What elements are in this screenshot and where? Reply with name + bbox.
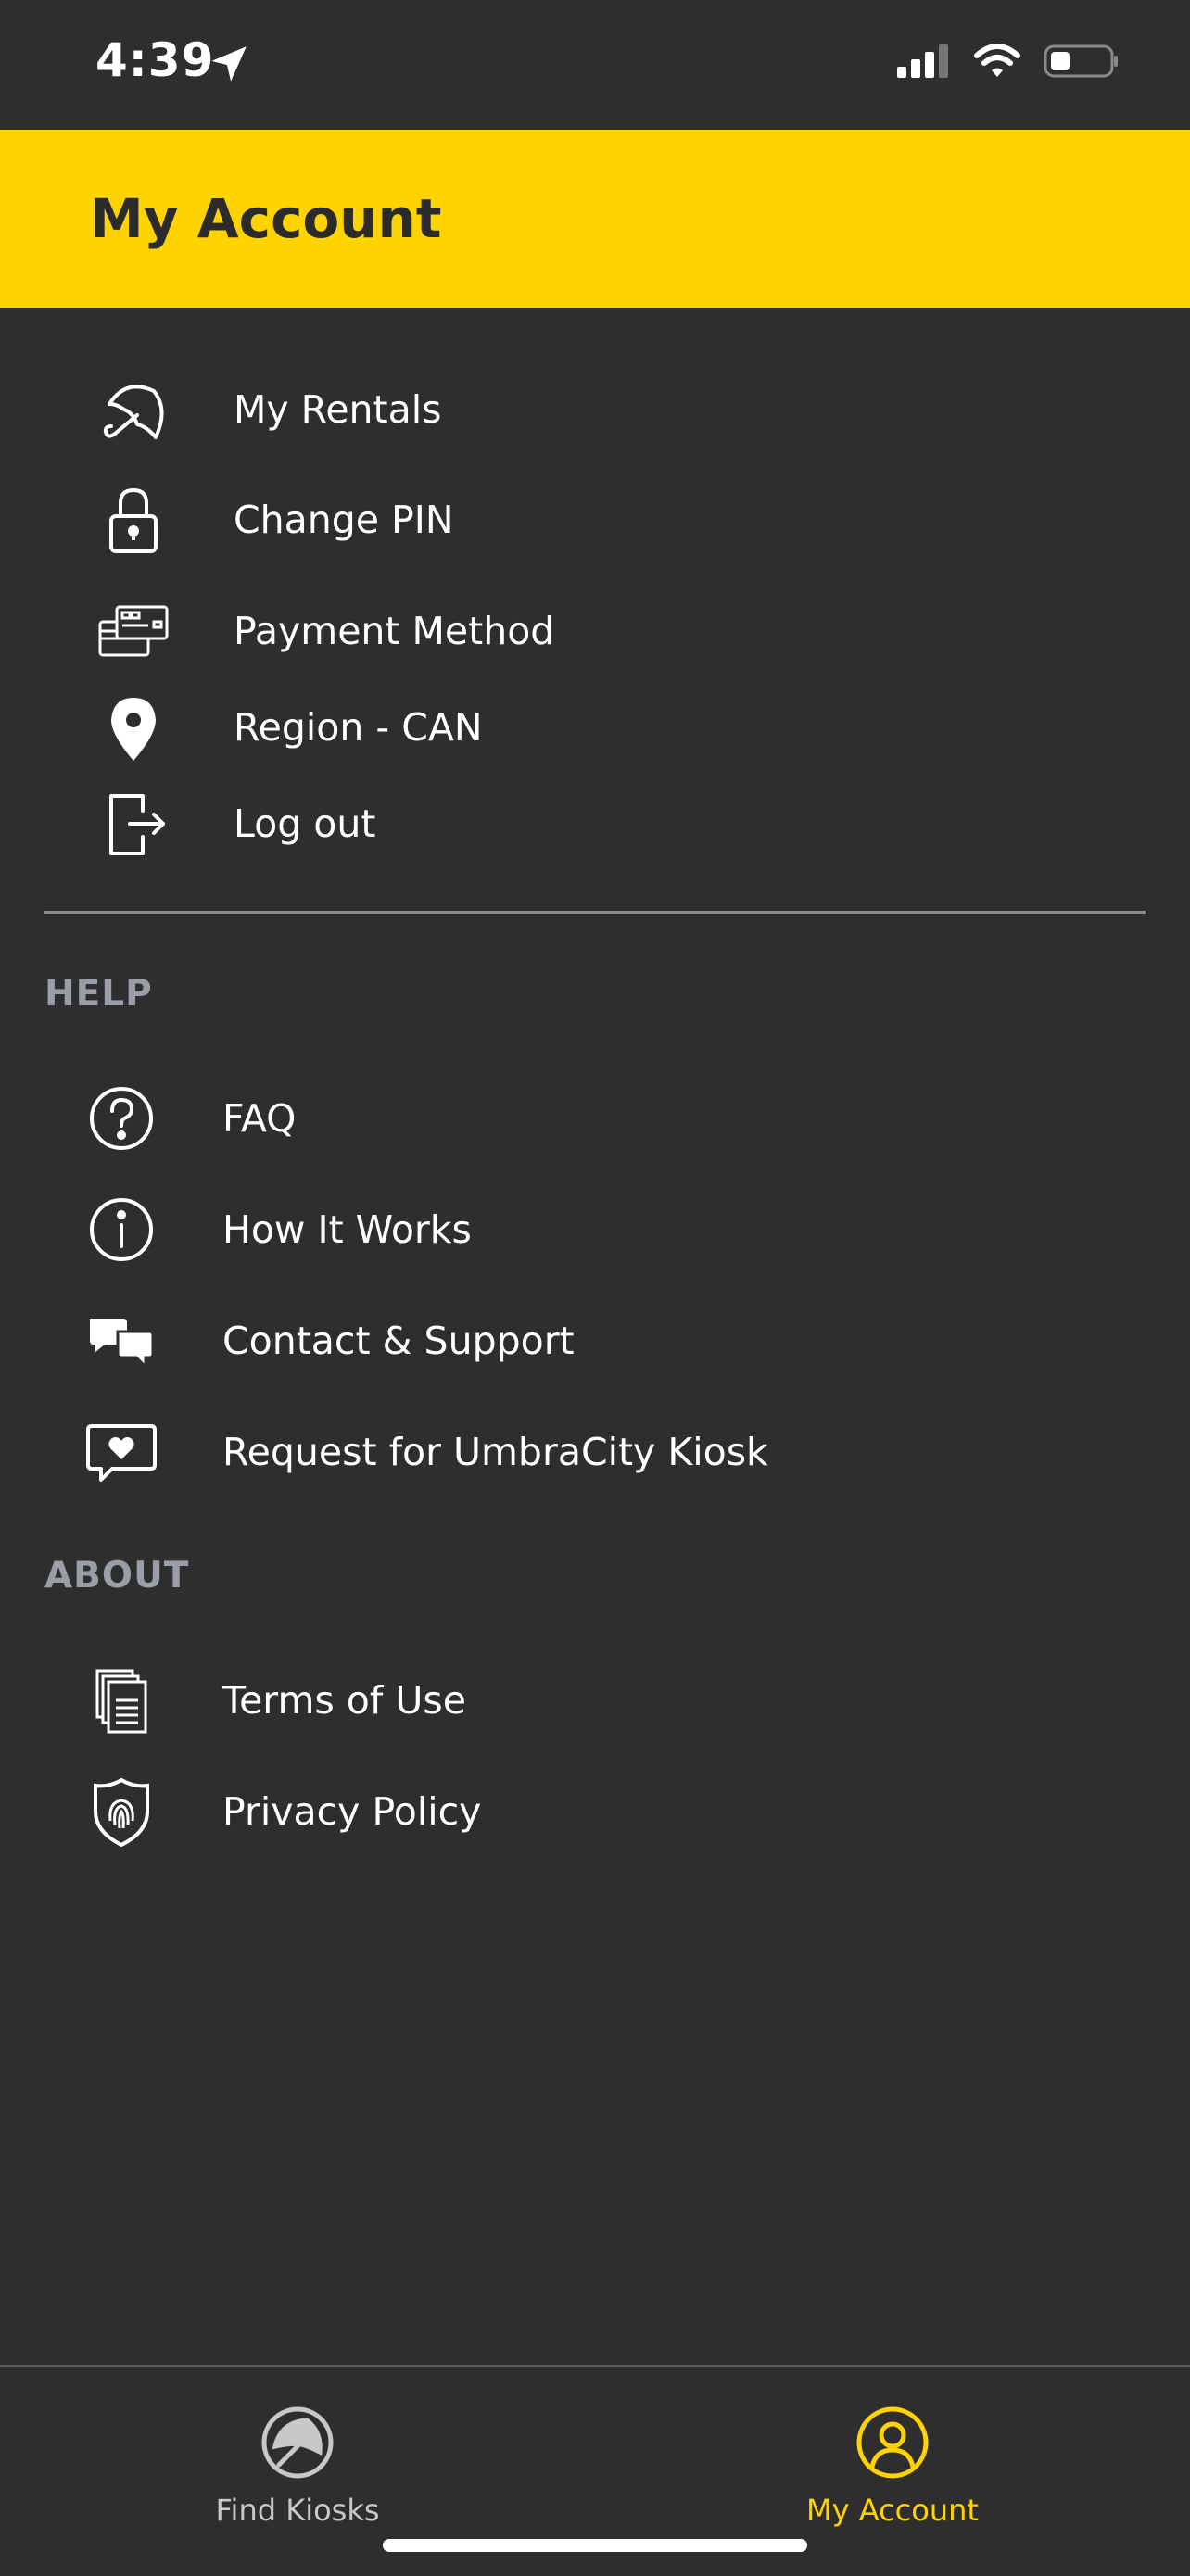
menu-item-region[interactable]: Region - CAN <box>0 681 1190 774</box>
section-divider <box>44 911 1146 914</box>
menu-item-privacy-policy[interactable]: Privacy Policy <box>0 1765 1190 1858</box>
documents-icon <box>84 1663 158 1737</box>
tab-my-account[interactable]: My Account <box>744 2404 1041 2543</box>
shield-fingerprint-icon <box>84 1774 158 1849</box>
chat-bubbles-icon <box>84 1304 158 1378</box>
menu-item-label: Region - CAN <box>234 705 483 750</box>
umbrella-icon <box>96 373 171 447</box>
tab-label: Find Kiosks <box>215 2493 380 2528</box>
info-circle-icon <box>84 1193 158 1267</box>
menu-item-label: Request for UmbraCity Kiosk <box>222 1430 768 1474</box>
help-section-title: HELP <box>44 973 153 1015</box>
menu-item-log-out[interactable]: Log out <box>0 777 1190 870</box>
user-circle-icon <box>856 2406 929 2479</box>
umbrella-kiosk-icon <box>261 2406 334 2479</box>
page-title: My Account <box>90 187 442 250</box>
wifi-icon <box>974 44 1020 77</box>
page-header: My Account <box>0 130 1190 308</box>
location-arrow-icon <box>211 46 247 82</box>
status-bar: 4:39 <box>0 0 1190 130</box>
location-pin-icon <box>96 690 171 764</box>
about-section-title: ABOUT <box>44 1555 190 1597</box>
heart-message-icon <box>84 1415 158 1489</box>
question-circle-icon <box>84 1081 158 1155</box>
battery-icon <box>1044 44 1118 78</box>
menu-item-how-it-works[interactable]: How It Works <box>0 1183 1190 1276</box>
menu-item-label: Terms of Use <box>222 1678 466 1723</box>
menu-item-label: My Rentals <box>234 387 442 432</box>
menu-item-payment-method[interactable]: Payment Method <box>0 585 1190 677</box>
lock-icon <box>96 483 171 557</box>
menu-item-label: Contact & Support <box>222 1319 575 1363</box>
menu-item-request-kiosk[interactable]: Request for UmbraCity Kiosk <box>0 1406 1190 1498</box>
tab-label: My Account <box>806 2493 979 2528</box>
menu-item-label: Log out <box>234 802 376 846</box>
menu-item-label: How It Works <box>222 1207 472 1252</box>
logout-icon <box>96 787 171 861</box>
menu-item-label: Payment Method <box>234 609 555 653</box>
status-time: 4:39 <box>95 33 215 87</box>
menu-item-label: Privacy Policy <box>222 1789 482 1834</box>
menu-item-label: Change PIN <box>234 498 454 542</box>
tab-find-kiosks[interactable]: Find Kiosks <box>149 2404 446 2543</box>
menu-item-change-pin[interactable]: Change PIN <box>0 474 1190 566</box>
menu-item-faq[interactable]: FAQ <box>0 1072 1190 1165</box>
menu-item-my-rentals[interactable]: My Rentals <box>0 363 1190 456</box>
menu-item-label: FAQ <box>222 1096 297 1141</box>
menu-item-contact-support[interactable]: Contact & Support <box>0 1294 1190 1387</box>
credit-card-icon <box>96 594 171 668</box>
home-indicator[interactable] <box>383 2539 807 2552</box>
menu-item-terms-of-use[interactable]: Terms of Use <box>0 1654 1190 1747</box>
cellular-signal-icon <box>897 44 948 78</box>
